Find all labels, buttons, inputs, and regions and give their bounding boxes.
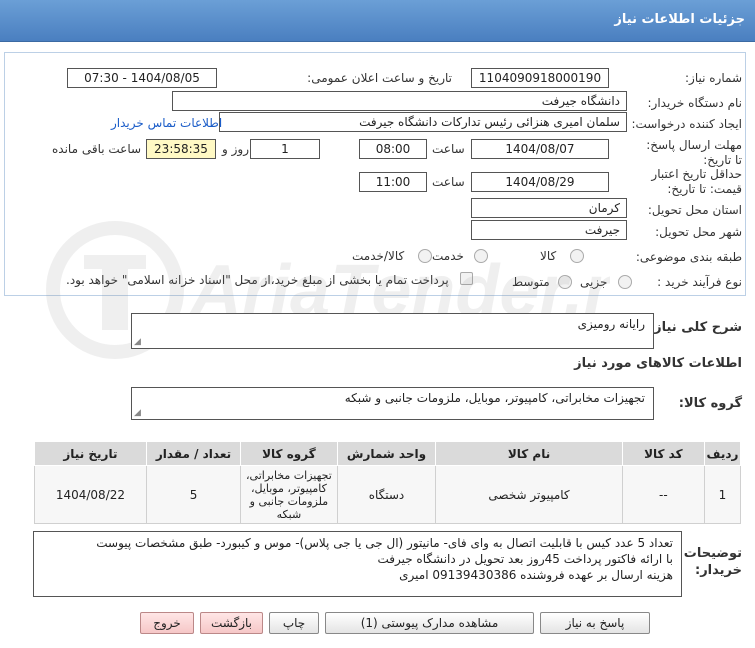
cell-name: کامپیوتر شخصی: [435, 465, 623, 524]
remaining-label: ساعت باقی مانده: [52, 142, 142, 156]
deadline-label: مهلت ارسال پاسخ: تا تاریخ:: [646, 138, 742, 167]
buyer-label: نام دستگاه خریدار:: [647, 96, 743, 110]
announce-field: 1404/08/05 - 07:30: [67, 68, 217, 88]
col-header-code: کد کالا: [621, 441, 705, 466]
remaining-time-field: 23:58:35: [146, 139, 216, 159]
goods-group-label: گروه کالا:: [678, 396, 742, 411]
process-label: نوع فرآیند خرید :: [657, 275, 742, 289]
validity-time-label: ساعت: [432, 175, 465, 189]
creator-label: ایجاد کننده درخواست:: [631, 117, 742, 131]
deadline-time-label: ساعت: [432, 142, 465, 156]
col-header-date: تاریخ نیاز: [34, 441, 147, 466]
cell-qty: 5: [145, 465, 242, 524]
summary-textarea[interactable]: رایانه رومیزی ◢: [131, 313, 654, 349]
buyer-field: دانشگاه جیرفت: [172, 91, 627, 111]
reply-button[interactable]: پاسخ به نیاز: [540, 612, 650, 634]
col-header-name: نام کالا: [435, 441, 623, 466]
announce-label: تاریخ و ساعت اعلان عمومی:: [307, 71, 452, 85]
creator-field: سلمان امیری هنزائی رئیس تداركات دانشگاه …: [219, 112, 627, 132]
resize-grip-icon[interactable]: ◢: [134, 337, 141, 347]
cell-group: تجهیزات مخابراتی، کامپیوتر، موبایل، ملزو…: [240, 465, 338, 524]
city-label: شهر محل تحویل:: [655, 225, 742, 239]
cell-row: 1: [703, 465, 742, 524]
page-header: جزئیات اطلاعات نیاز: [0, 0, 755, 42]
category-label: طبقه بندی موضوعی:: [635, 250, 742, 264]
need-number-field: 1104090918000190: [471, 68, 609, 88]
resize-grip-icon[interactable]: ◢: [134, 408, 141, 418]
cell-unit: دستگاه: [336, 465, 437, 524]
buyer-contact-link[interactable]: اطلاعات تماس خریدار: [111, 116, 222, 130]
deadline-time-field: 08:00: [359, 139, 427, 159]
goods-info-title: اطلاعات کالاهای مورد نیاز: [574, 356, 742, 371]
watermark-logo: AriaTender.neT: [46, 221, 610, 359]
view-attachments-button[interactable]: مشاهده مدارک پیوستی (1): [325, 612, 534, 634]
buyer-notes-label: توضیحات خریدار:: [683, 546, 742, 578]
summary-text: رایانه رومیزی: [577, 317, 645, 331]
validity-label: حداقل تاریخ اعتبار قیمت: تا تاریخ:: [651, 167, 742, 196]
validity-time-field: 11:00: [359, 172, 427, 192]
process-radio-minor[interactable]: [618, 275, 632, 289]
cell-code: --: [621, 465, 705, 524]
deadline-date-field: 1404/08/07: [471, 139, 609, 159]
back-button[interactable]: بازگشت: [200, 612, 263, 634]
col-header-group: گروه کالا: [240, 441, 338, 466]
goods-group-textarea[interactable]: تجهیزات مخابراتی، کامپیوتر، موبایل، ملزو…: [131, 387, 654, 420]
print-button[interactable]: چاپ: [269, 612, 319, 634]
summary-label: شرح کلی نیاز:: [648, 320, 742, 335]
goods-group-text: تجهیزات مخابراتی، کامپیوتر، موبایل، ملزو…: [344, 391, 645, 405]
province-label: استان محل تحویل:: [647, 203, 742, 217]
exit-button[interactable]: خروج: [140, 612, 194, 634]
goods-table: ردیف کد کالا نام کالا واحد شمارش گروه کا…: [34, 441, 742, 524]
buyer-notes-line: هزینه ارسال بر عهده فروشنده 09139430386 …: [399, 568, 673, 582]
buyer-notes-line: تعداد 5 عدد کیس با قابلیت اتصال به وای ف…: [96, 536, 673, 550]
table-row: 1 -- کامپیوتر شخصی دستگاه تجهیزات مخابرا…: [34, 465, 742, 524]
cell-date: 1404/08/22: [34, 465, 147, 524]
buyer-notes-line: با ارائه فاکتور پرداخت 45روز بعد تحویل د…: [377, 552, 673, 566]
col-header-row: ردیف: [703, 441, 742, 466]
days-field: 1: [250, 139, 320, 159]
days-label: روز و: [222, 142, 249, 156]
page-title: جزئیات اطلاعات نیاز: [614, 12, 745, 27]
need-number-label: شماره نیاز:: [685, 71, 742, 85]
table-header-row: ردیف کد کالا نام کالا واحد شمارش گروه کا…: [34, 441, 742, 466]
col-header-unit: واحد شمارش: [336, 441, 437, 466]
col-header-qty: تعداد / مقدار: [145, 441, 242, 466]
validity-date-field: 1404/08/29: [471, 172, 609, 192]
buyer-notes-textarea[interactable]: تعداد 5 عدد کیس با قابلیت اتصال به وای ف…: [33, 531, 682, 597]
